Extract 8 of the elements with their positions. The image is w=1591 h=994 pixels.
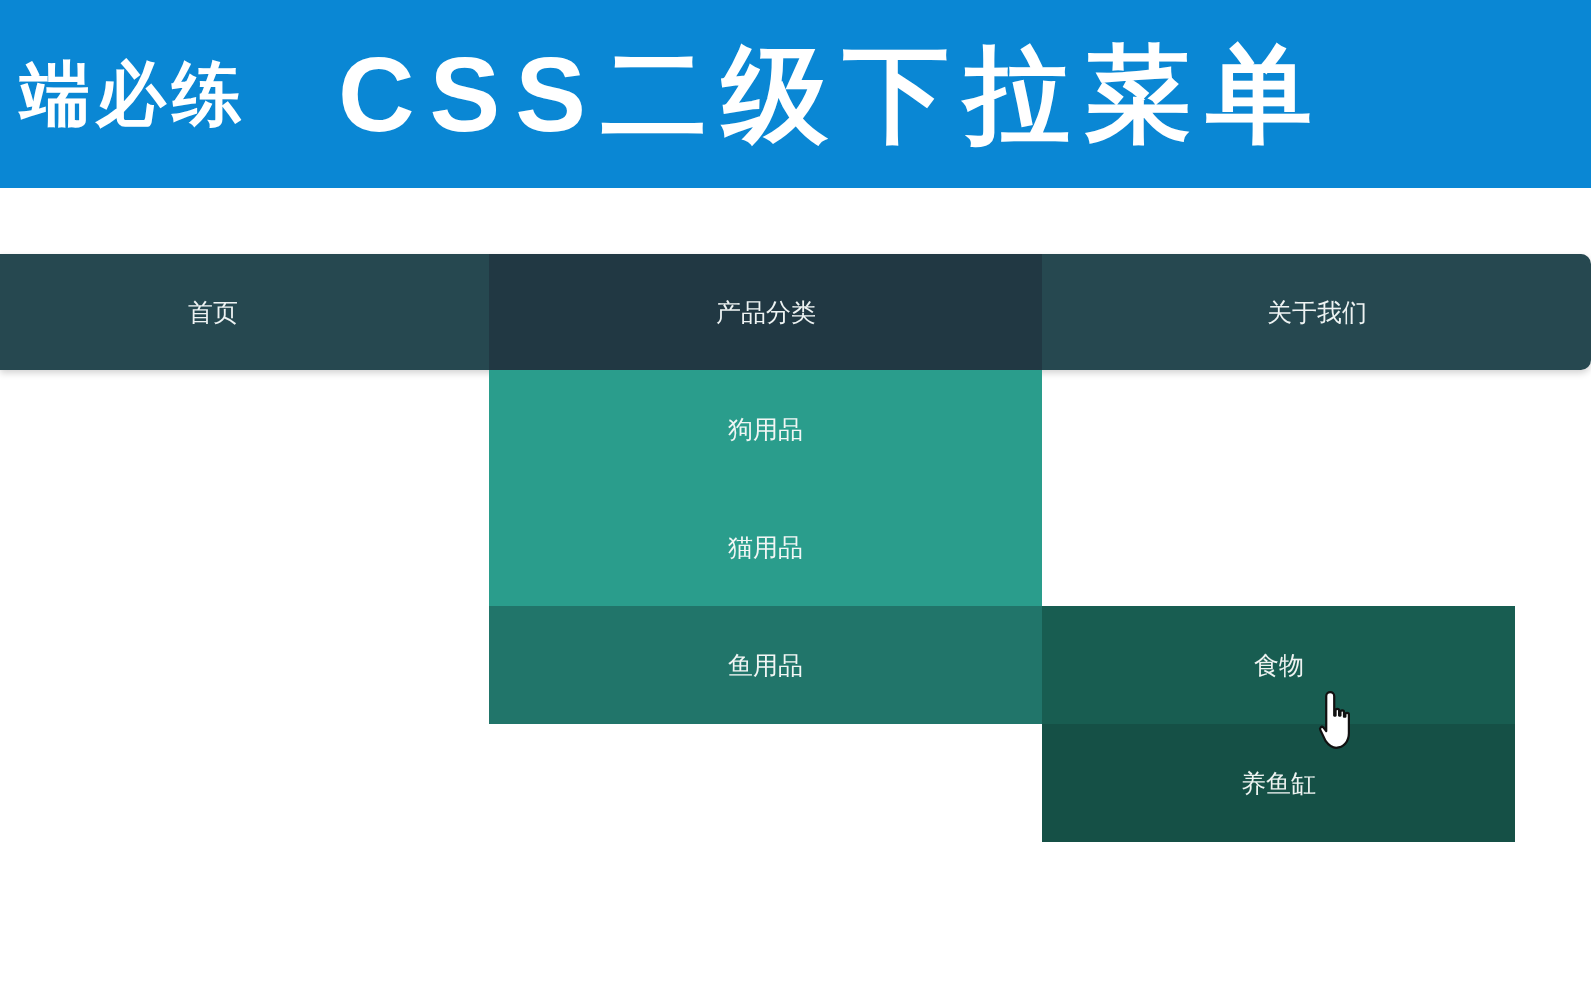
banner-subtitle: 端必练 [20,55,248,133]
submenu-item[interactable]: 食物 [1042,606,1515,724]
dropdown-item[interactable]: 鱼用品 [489,606,1042,724]
menu-item[interactable]: 关于我们 [1042,254,1591,370]
menu-item[interactable]: 首页 [0,254,489,370]
submenu-item[interactable]: 养鱼缸 [1042,724,1515,842]
menu-item[interactable]: 产品分类 [489,254,1042,370]
banner-title: CSS二级下拉菜单 [338,35,1327,153]
